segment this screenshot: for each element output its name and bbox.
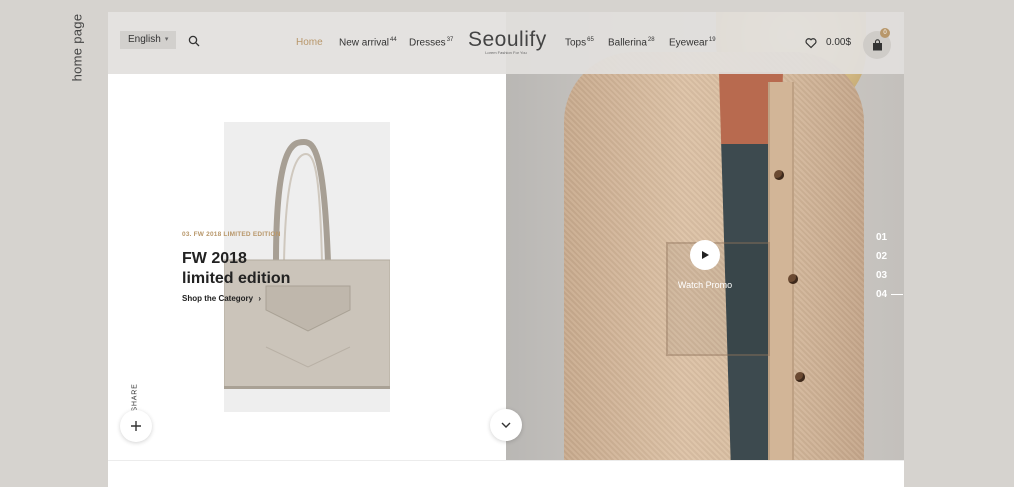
nav-new-arrival[interactable]: New arrival44 <box>339 37 397 48</box>
site-logo-tagline: Lorem Fashion For You <box>485 50 527 55</box>
nav-count: 28 <box>647 37 655 43</box>
play-icon <box>702 251 709 259</box>
cardigan-placket <box>768 82 794 460</box>
slide-number-text: 02 <box>876 251 888 262</box>
site-header: English ▾ Home New arrival44 Dresses37 S… <box>108 12 904 74</box>
nav-label: Tops <box>565 37 587 49</box>
chevron-down-icon <box>501 422 511 428</box>
shop-category-link[interactable]: Shop the Category › <box>182 294 261 303</box>
nav-tops[interactable]: Tops65 <box>565 37 594 48</box>
slide-eyebrow: 03. FW 2018 LIMITED EDITION <box>182 231 281 238</box>
cardigan-button <box>774 170 784 180</box>
nav-label: Dresses <box>409 37 446 49</box>
nav-count: 37 <box>446 37 454 43</box>
shop-category-label: Shop the Category <box>182 294 254 303</box>
nav-dresses[interactable]: Dresses37 <box>409 37 453 48</box>
shopping-bag-icon <box>872 39 882 51</box>
active-indicator-line <box>891 294 904 295</box>
slide-title: FW 2018 limited edition <box>182 249 290 289</box>
search-icon[interactable] <box>188 35 200 47</box>
bottom-info-bar <box>108 460 904 487</box>
nav-count: 19 <box>708 37 716 43</box>
nav-eyewear[interactable]: Eyewear19 <box>669 37 716 48</box>
slide-number-text: 01 <box>876 232 888 243</box>
hero-photo <box>506 12 904 460</box>
share-label-text: SHARE <box>131 382 139 412</box>
language-selector[interactable]: English ▾ <box>120 31 177 49</box>
slide-title-line: FW 2018 <box>182 250 247 267</box>
slide-number[interactable]: 03 <box>876 270 887 281</box>
slide-number-text: 04 <box>876 289 888 300</box>
cardigan-button <box>788 274 798 284</box>
nav-count: 44 <box>390 37 397 43</box>
slide-number-active[interactable]: 04 <box>876 289 904 300</box>
cart-total[interactable]: 0.00$ <box>826 37 851 48</box>
slide-title-line: limited edition <box>182 270 291 287</box>
side-page-label-text: home page <box>69 13 85 81</box>
slide-number-text: 03 <box>876 270 888 281</box>
slide-number[interactable]: 02 <box>876 251 887 262</box>
site-logo[interactable]: Seoulify <box>468 29 546 51</box>
share-label: SHARE <box>120 382 150 412</box>
language-label: English <box>128 34 161 45</box>
caret-down-icon: ▾ <box>164 36 169 43</box>
side-page-label: home page <box>55 12 99 82</box>
watch-promo-label[interactable]: Watch Promo <box>668 280 742 290</box>
cardigan-button <box>795 372 805 382</box>
nav-label: Home <box>296 37 323 48</box>
heart-icon[interactable] <box>805 37 817 49</box>
nav-label: New arrival <box>339 37 390 49</box>
slide-number[interactable]: 01 <box>876 232 887 243</box>
chevron-right-icon: › <box>258 294 262 303</box>
cart-count-badge: 0 <box>880 28 890 38</box>
hero-frame: English ▾ Home New arrival44 Dresses37 S… <box>108 12 904 487</box>
share-plus-button[interactable] <box>120 410 152 442</box>
plus-icon <box>131 421 141 431</box>
nav-count: 65 <box>587 37 594 43</box>
nav-label: Eyewear <box>669 37 708 49</box>
nav-label: Ballerina <box>608 37 647 49</box>
nav-home[interactable]: Home <box>296 37 323 48</box>
nav-ballerina[interactable]: Ballerina28 <box>608 37 655 48</box>
watch-promo-button[interactable] <box>690 240 720 270</box>
scroll-down-button[interactable] <box>490 409 522 441</box>
